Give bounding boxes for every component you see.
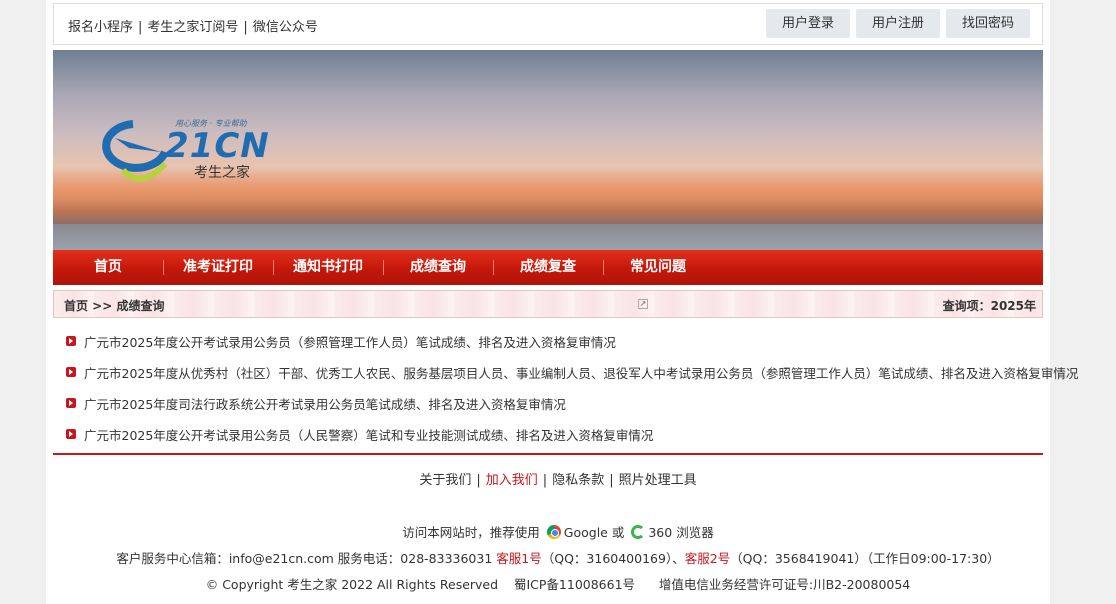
browser-google: Google xyxy=(563,525,608,540)
bullet-arrow-icon xyxy=(66,398,76,408)
login-button[interactable]: 用户登录 xyxy=(766,9,850,38)
footer-link-join[interactable]: 加入我们 xyxy=(486,473,538,488)
top-link-subscription[interactable]: 考生之家订阅号 xyxy=(147,20,238,35)
copyright: © Copyright 考生之家 2022 All Rights Reserve… xyxy=(205,577,499,592)
top-bar: 报名小程序 | 考生之家订阅号 | 微信公众号 用户登录 用户注册 找回密码 xyxy=(53,3,1043,45)
nav-item-notice-print[interactable]: 通知书打印 xyxy=(273,250,383,285)
result-link[interactable]: 广元市2025年度公开考试录用公务员（人民警察）笔试和专业技能测试成绩、排名及进… xyxy=(84,425,653,444)
result-link[interactable]: 广元市2025年度公开考试录用公务员（参照管理工作人员）笔试成绩、排名及进入资格… xyxy=(84,332,616,351)
breadcrumb[interactable]: 首页 >> 成绩查询 xyxy=(64,297,164,314)
banner-water xyxy=(53,224,1043,250)
browser-or: 或 xyxy=(611,525,625,540)
recover-password-button[interactable]: 找回密码 xyxy=(946,9,1030,38)
query-label: 查询项：2025年 xyxy=(942,299,1036,313)
nav-item-admission-ticket[interactable]: 准考证打印 xyxy=(163,250,273,285)
kefu2-qq: （QQ：3568419041）（工作日09:00-17:30） xyxy=(730,551,1000,566)
external-link-icon[interactable]: ↗ xyxy=(638,299,648,309)
nav-item-score-query[interactable]: 成绩查询 xyxy=(383,250,493,285)
separator: | xyxy=(243,20,248,35)
kefu1-qq: （QQ：3160400169）、 xyxy=(541,551,685,566)
nav-item-score-review[interactable]: 成绩复查 xyxy=(493,250,603,285)
browser-prefix: 访问本网站时，推荐使用 xyxy=(402,525,540,540)
chrome-icon xyxy=(546,525,561,539)
footer-link-privacy[interactable]: 隐私条款 xyxy=(552,473,604,488)
bullet-arrow-icon xyxy=(66,367,76,377)
separator: | xyxy=(542,473,548,488)
service-prefix: 客户服务中心信箱：info@e21cn.com 服务电话：028-8333603… xyxy=(116,551,493,566)
breadcrumb-bar: 首页 >> 成绩查询 ↗ 查询项：2025年 xyxy=(53,290,1043,318)
browser-360: 360 浏览器 xyxy=(648,525,714,540)
footer-link-photo-tool[interactable]: 照片处理工具 xyxy=(619,473,697,488)
result-link[interactable]: 广元市2025年度司法行政系统公开考试录用公务员笔试成绩、排名及进入资格复审情况 xyxy=(84,394,566,413)
separator: | xyxy=(609,473,614,488)
kefu2-link[interactable]: 客服2号 xyxy=(685,551,730,566)
copyright-row: © Copyright 考生之家 2022 All Rights Reserve… xyxy=(0,574,1116,593)
icp-number[interactable]: 蜀ICP备11008661号 xyxy=(514,577,635,592)
separator: | xyxy=(476,473,481,488)
footer-link-about[interactable]: 关于我们 xyxy=(419,473,471,488)
banner: 用心服务 · 专业帮助 21CN 考生之家 xyxy=(53,50,1043,250)
360-browser-icon xyxy=(631,525,646,539)
kefu1-link[interactable]: 客服1号 xyxy=(496,551,541,566)
register-button[interactable]: 用户注册 xyxy=(856,9,940,38)
result-link[interactable]: 广元市2025年度从优秀村（社区）干部、优秀工人农民、服务基层项目人员、事业编制… xyxy=(84,363,1078,382)
separator: | xyxy=(138,20,143,35)
telecom-license: 增值电信业务经营许可证号:川B2-20080054 xyxy=(658,577,911,592)
main-nav: 首页 准考证打印 通知书打印 成绩查询 成绩复查 常见问题 xyxy=(53,250,1043,285)
bullet-arrow-icon xyxy=(66,429,76,439)
logo-name: 考生之家 xyxy=(194,165,250,181)
logo-mark: 21CN xyxy=(165,126,270,166)
service-info: 客户服务中心信箱：info@e21cn.com 服务电话：028-8333603… xyxy=(0,548,1116,567)
footer-links: 关于我们 | 加入我们 | 隐私条款 | 照片处理工具 xyxy=(0,469,1116,488)
top-link-miniprogram[interactable]: 报名小程序 xyxy=(68,20,133,35)
nav-item-faq[interactable]: 常见问题 xyxy=(603,250,713,285)
top-link-wechat[interactable]: 微信公众号 xyxy=(253,20,318,35)
browser-recommendation: 访问本网站时，推荐使用 Google 或 360 浏览器 xyxy=(0,522,1116,541)
content-divider xyxy=(53,453,1043,455)
nav-item-home[interactable]: 首页 xyxy=(53,250,163,285)
bullet-arrow-icon xyxy=(66,336,76,346)
top-links: 报名小程序 | 考生之家订阅号 | 微信公众号 xyxy=(68,16,318,35)
